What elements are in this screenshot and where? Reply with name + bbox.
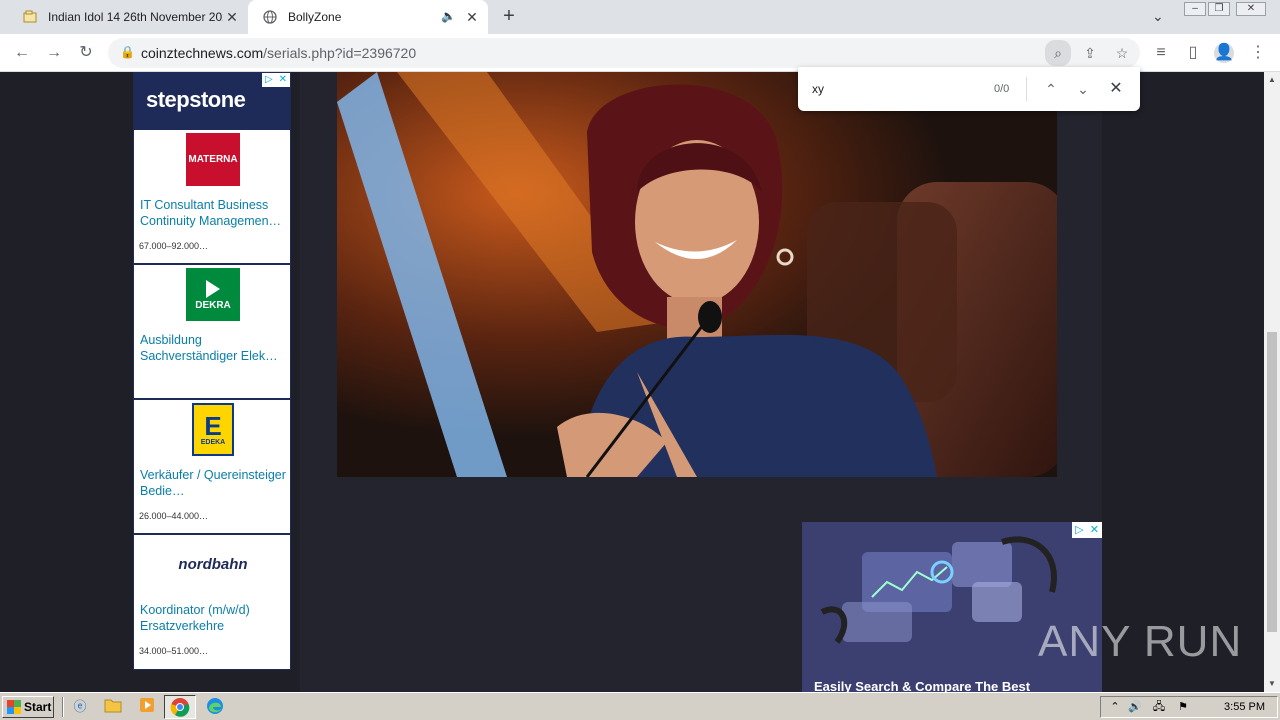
ad-choices-icon[interactable]: ▷ ✕ bbox=[262, 73, 290, 87]
system-tray: ⌃ 🔊 🖧 ⚑ 3:55 PM bbox=[1100, 696, 1278, 718]
quicklaunch-divider bbox=[62, 697, 64, 717]
lock-icon[interactable]: 🔒 bbox=[120, 45, 135, 59]
stepstone-header[interactable]: stepstone ▷ ✕ bbox=[134, 73, 290, 130]
edeka-logo: E EDEKA bbox=[192, 403, 234, 456]
network-icon[interactable]: 🖧 bbox=[1149, 697, 1169, 717]
url-domain: coinztechnews.com bbox=[141, 45, 264, 61]
ad-caption[interactable]: Easily Search & Compare The Best bbox=[814, 679, 1030, 692]
tab-strip: Indian Idol 14 26th November 2023 ✕ Boll… bbox=[0, 0, 1280, 34]
start-button[interactable]: Start bbox=[2, 696, 54, 718]
windows-taskbar: Start ⓔ ⌃ 🔊 🖧 ⚑ 3:55 PM bbox=[0, 692, 1280, 720]
clock[interactable]: 3:55 PM bbox=[1224, 701, 1265, 713]
job-salary: 34.000–51.000… bbox=[139, 646, 209, 656]
materna-logo: MATERNA bbox=[186, 133, 240, 186]
web-page: stepstone ▷ ✕ MATERNA IT Consultant Busin… bbox=[0, 72, 1264, 692]
dekra-logo-text: DEKRA bbox=[195, 300, 231, 311]
url-text[interactable]: coinztechnews.com/serials.php?id=2396720 bbox=[141, 45, 416, 61]
scroll-thumb[interactable] bbox=[1267, 332, 1277, 632]
action-center-flag-icon[interactable]: ⚑ bbox=[1173, 697, 1193, 717]
internet-explorer-icon[interactable]: ⓔ bbox=[70, 697, 90, 717]
job-title[interactable]: Koordinator (m/w/d) Ersatzverkehre bbox=[140, 602, 288, 634]
speaker-icon[interactable]: 🔈 bbox=[441, 9, 456, 23]
dekra-logo: DEKRA bbox=[186, 268, 240, 321]
share-icon[interactable]: ⇪ bbox=[1080, 43, 1100, 63]
find-input[interactable] bbox=[812, 79, 982, 99]
media-queue-icon[interactable]: ≡ bbox=[1151, 43, 1171, 63]
reload-icon[interactable]: ↻ bbox=[76, 43, 96, 63]
back-arrow-icon[interactable]: ← bbox=[12, 43, 32, 63]
anyrun-watermark: ANY RUN bbox=[1038, 607, 1242, 677]
job-salary: 67.000–92.000… bbox=[139, 241, 209, 251]
job-salary: 26.000–44.000… bbox=[139, 511, 209, 521]
kebab-menu-icon[interactable]: ⋮ bbox=[1248, 43, 1268, 63]
chrome-taskbar-button[interactable] bbox=[164, 695, 196, 719]
tab-indian-idol[interactable]: Indian Idol 14 26th November 2023 ✕ bbox=[8, 0, 248, 34]
scroll-down-arrow-icon[interactable]: ▼ bbox=[1264, 676, 1280, 692]
address-bar[interactable]: 🔒 coinztechnews.com/serials.php?id=23967… bbox=[108, 38, 1140, 68]
ad-choices-icon[interactable]: ▷ ✕ bbox=[1072, 522, 1102, 538]
tab-bollyzone[interactable]: BollyZone 🔈 ✕ bbox=[248, 0, 488, 34]
tab-title: BollyZone bbox=[288, 10, 342, 24]
restore-button[interactable]: ❐ bbox=[1208, 2, 1230, 16]
find-in-page-icon[interactable]: ⌕ bbox=[1045, 40, 1071, 66]
find-match-count: 0/0 bbox=[994, 83, 1010, 95]
folder-icon[interactable] bbox=[103, 697, 123, 717]
edeka-logo-text: EDEKA bbox=[200, 439, 226, 446]
tab-search-chevron-icon[interactable]: ⌄ bbox=[1152, 8, 1164, 25]
job-listing[interactable]: MATERNA IT Consultant Business Continuit… bbox=[134, 130, 290, 265]
windows-flag-icon bbox=[7, 700, 21, 714]
job-title[interactable]: Ausbildung Sachverständiger Elek… bbox=[140, 332, 288, 364]
bookmark-star-icon[interactable]: ☆ bbox=[1112, 43, 1132, 63]
find-divider bbox=[1026, 77, 1027, 101]
watermark-text: ANY RUN bbox=[1038, 617, 1243, 666]
stepstone-logo: stepstone bbox=[146, 87, 246, 112]
forward-arrow-icon[interactable]: → bbox=[44, 43, 64, 63]
edge-icon[interactable] bbox=[205, 697, 225, 717]
profile-avatar-icon[interactable]: 👤 bbox=[1214, 43, 1234, 63]
find-close-icon[interactable]: ✕ bbox=[1106, 79, 1126, 99]
job-title[interactable]: Verkäufer / Quereinsteiger Bedie… bbox=[140, 467, 288, 499]
job-title[interactable]: IT Consultant Business Continuity Manage… bbox=[140, 197, 288, 229]
page-scrollbar[interactable]: ▲ ▼ bbox=[1264, 72, 1280, 692]
screen: Indian Idol 14 26th November 2023 ✕ Boll… bbox=[0, 0, 1280, 720]
tab-close-icon[interactable]: ✕ bbox=[224, 9, 240, 25]
minimize-button[interactable]: – bbox=[1184, 2, 1206, 16]
volume-icon[interactable]: 🔊 bbox=[1125, 697, 1145, 717]
stepstone-ad[interactable]: stepstone ▷ ✕ MATERNA IT Consultant Busin… bbox=[133, 72, 291, 670]
media-player-icon[interactable] bbox=[137, 697, 157, 717]
find-next-chevron-down-icon[interactable]: ⌄ bbox=[1073, 79, 1093, 99]
job-listing[interactable]: E EDEKA Verkäufer / Quereinsteiger Bedie… bbox=[134, 400, 290, 535]
video-frame-image bbox=[337, 72, 1057, 477]
job-listing[interactable]: DEKRA Ausbildung Sachverständiger Elek… bbox=[134, 265, 290, 400]
video-player[interactable] bbox=[337, 72, 1057, 477]
page-favicon-icon bbox=[22, 9, 38, 25]
nordbahn-logo: nordbahn bbox=[158, 538, 268, 591]
close-window-button[interactable]: ✕ bbox=[1236, 2, 1266, 16]
new-tab-plus-icon[interactable]: + bbox=[498, 6, 520, 28]
start-label: Start bbox=[24, 700, 52, 714]
scroll-up-arrow-icon[interactable]: ▲ bbox=[1264, 72, 1280, 88]
tab-title: Indian Idol 14 26th November 2023 bbox=[48, 10, 223, 24]
show-hidden-icons-chevron-icon[interactable]: ⌃ bbox=[1105, 697, 1125, 717]
url-path: /serials.php?id=2396720 bbox=[263, 45, 417, 61]
find-previous-chevron-up-icon[interactable]: ⌃ bbox=[1041, 79, 1061, 99]
find-bar: 0/0 ⌃ ⌄ ✕ bbox=[798, 67, 1140, 111]
side-panel-icon[interactable]: ▯ bbox=[1183, 43, 1203, 63]
globe-icon bbox=[262, 9, 278, 25]
tab-close-icon[interactable]: ✕ bbox=[464, 9, 480, 25]
chrome-icon bbox=[170, 698, 190, 717]
job-listing[interactable]: nordbahn Koordinator (m/w/d) Ersatzverke… bbox=[134, 535, 290, 670]
